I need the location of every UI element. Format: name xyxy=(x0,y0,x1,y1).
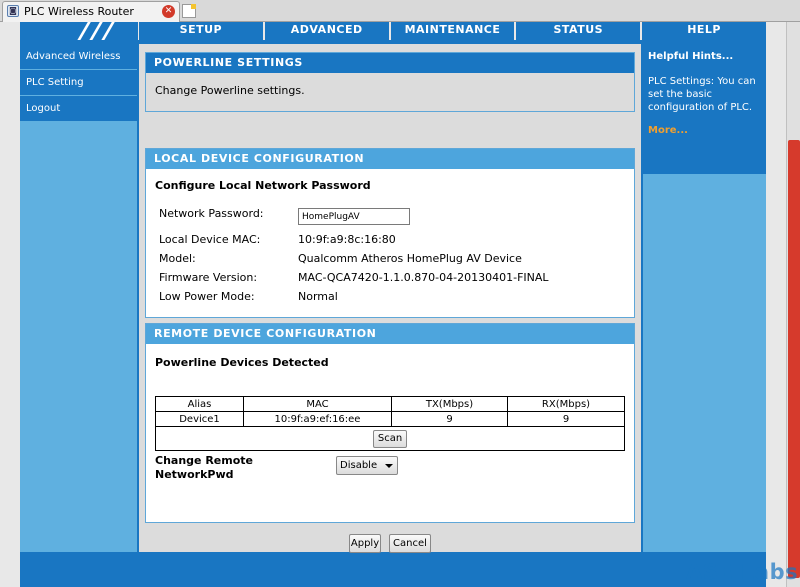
sidebar-item-logout[interactable]: Logout xyxy=(20,96,137,121)
devices-detected-subheading: Powerline Devices Detected xyxy=(155,356,329,369)
col-alias: Alias xyxy=(155,396,244,412)
table-row: Device1 10:9f:a9:ef:16:ee 9 9 xyxy=(155,411,625,427)
hints-box: Helpful Hints... PLC Settings: You can s… xyxy=(643,44,766,174)
scrollbar-thumb[interactable] xyxy=(788,140,800,578)
row-alias: Device1 xyxy=(155,411,244,427)
page-favicon-icon: ◙ xyxy=(7,5,19,17)
row-tx: 9 xyxy=(391,411,508,427)
hints-body: PLC Settings: You can set the basic conf… xyxy=(648,76,756,113)
tab-title: PLC Wireless Router xyxy=(24,5,134,18)
close-tab-icon[interactable]: ✕ xyxy=(162,5,175,18)
devices-table: Alias MAC TX(Mbps) RX(Mbps) Device1 10:9… xyxy=(155,396,625,451)
hints-title: Helpful Hints... xyxy=(648,51,734,62)
change-remote-pwd-select[interactable]: Disable xyxy=(336,456,398,475)
helpful-hints-panel: Helpful Hints... PLC Settings: You can s… xyxy=(643,44,766,552)
router-page: SETUP ADVANCED MAINTENANCE STATUS HELP A… xyxy=(0,22,786,587)
row-mac: 10:9f:a9:ef:16:ee xyxy=(243,411,392,427)
low-power-value: Normal xyxy=(298,290,338,303)
low-power-label: Low Power Mode: xyxy=(159,290,255,303)
scan-row: Scan xyxy=(155,426,625,451)
scan-button[interactable]: Scan xyxy=(372,429,408,448)
cancel-button[interactable]: Cancel xyxy=(389,534,431,553)
sidebar-item-advanced-wireless[interactable]: Advanced Wireless xyxy=(20,44,137,69)
apply-button[interactable]: Apply xyxy=(349,534,381,553)
new-tab-icon[interactable] xyxy=(182,4,196,18)
firmware-label: Firmware Version: xyxy=(159,271,258,284)
nav-maintenance[interactable]: MAINTENANCE xyxy=(390,22,515,40)
table-header-row: Alias MAC TX(Mbps) RX(Mbps) xyxy=(155,396,625,412)
network-password-input[interactable] xyxy=(298,208,410,225)
local-device-panel: LOCAL DEVICE CONFIGURATION Configure Loc… xyxy=(145,148,635,318)
browser-tabbar: ◙ PLC Wireless Router ✕ xyxy=(0,0,800,22)
local-device-heading: LOCAL DEVICE CONFIGURATION xyxy=(146,149,634,169)
change-remote-pwd-label: Change Remote NetworkPwd xyxy=(155,454,253,481)
model-value: Qualcomm Atheros HomePlug AV Device xyxy=(298,252,522,265)
chevron-down-icon xyxy=(385,464,393,468)
sidebar-item-plc-setting[interactable]: PLC Setting xyxy=(20,70,137,95)
col-rx: RX(Mbps) xyxy=(507,396,625,412)
nav-help[interactable]: HELP xyxy=(642,22,766,40)
powerline-description: Change Powerline settings. xyxy=(155,84,305,97)
powerline-settings-panel: POWERLINE SETTINGS Change Powerline sett… xyxy=(145,52,635,112)
col-tx: TX(Mbps) xyxy=(391,396,508,412)
nav-advanced[interactable]: ADVANCED xyxy=(264,22,389,40)
row-rx: 9 xyxy=(507,411,625,427)
change-remote-pwd-value: Disable xyxy=(340,460,378,471)
hints-more-link[interactable]: More... xyxy=(648,124,761,137)
col-mac: MAC xyxy=(243,396,392,412)
logo-stripes xyxy=(20,22,138,40)
vertical-scrollbar[interactable] xyxy=(786,22,800,587)
password-label: Network Password: xyxy=(159,207,264,220)
firmware-value: MAC-QCA7420-1.1.0.870-04-20130401-FINAL xyxy=(298,271,549,284)
mac-value: 10:9f:a9:8c:16:80 xyxy=(298,233,396,246)
footer-bar xyxy=(20,553,766,587)
nav-status[interactable]: STATUS xyxy=(516,22,641,40)
main-content: POWERLINE SETTINGS Change Powerline sett… xyxy=(139,44,641,553)
top-navigation: SETUP ADVANCED MAINTENANCE STATUS HELP xyxy=(139,22,766,40)
sidebar: Advanced Wireless PLC Setting Logout xyxy=(20,44,137,552)
powerline-settings-heading: POWERLINE SETTINGS xyxy=(146,53,634,73)
watermark-logo: ASE Labs xyxy=(686,560,799,584)
remote-device-heading: REMOTE DEVICE CONFIGURATION xyxy=(146,324,634,344)
nav-setup[interactable]: SETUP xyxy=(139,22,263,40)
remote-device-panel: REMOTE DEVICE CONFIGURATION Powerline De… xyxy=(145,323,635,523)
mac-label: Local Device MAC: xyxy=(159,233,261,246)
model-label: Model: xyxy=(159,252,196,265)
local-password-subheading: Configure Local Network Password xyxy=(155,179,371,192)
browser-tab[interactable]: ◙ PLC Wireless Router ✕ xyxy=(2,1,180,22)
